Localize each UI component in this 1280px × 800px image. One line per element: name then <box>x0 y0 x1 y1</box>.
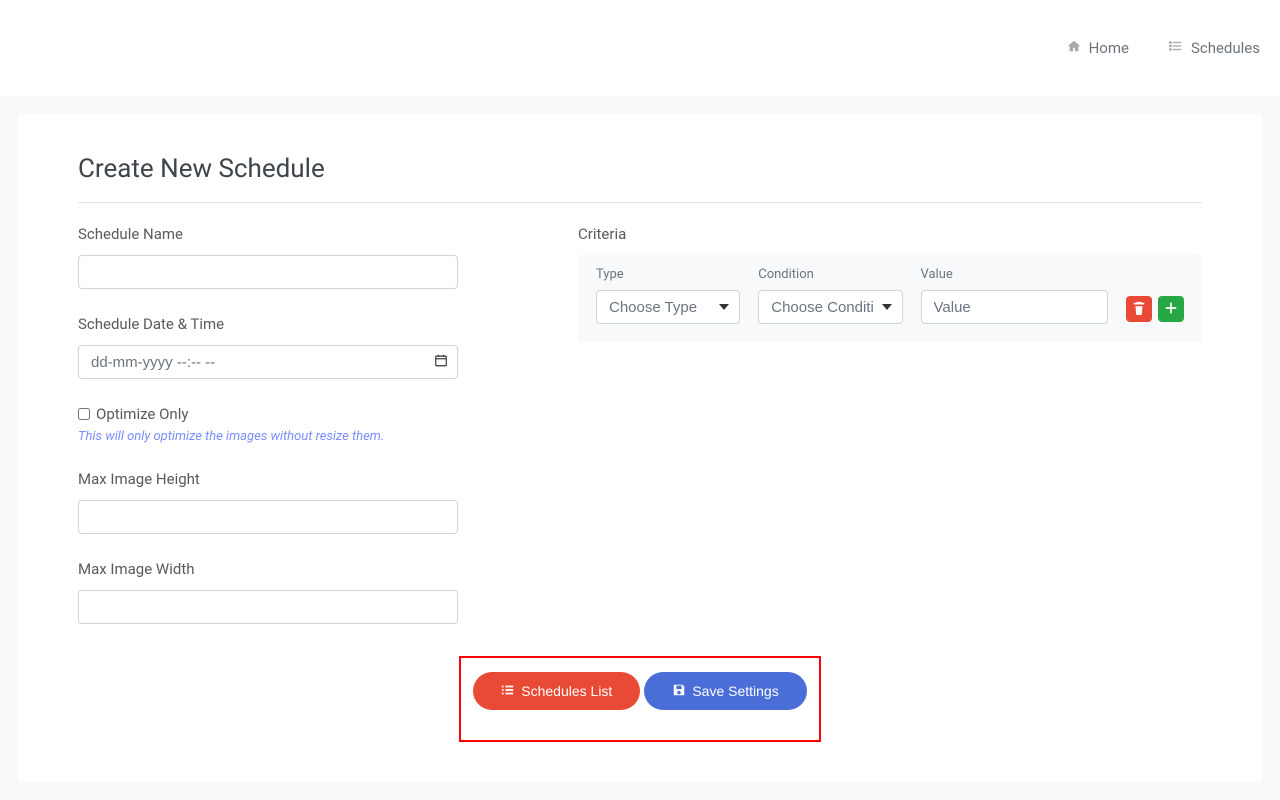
criteria-row: Type Choose Type Condition Choose Condit… <box>596 267 1184 324</box>
criteria-condition-select[interactable]: Choose Condition <box>758 290 902 324</box>
save-icon <box>672 683 686 700</box>
right-column: Criteria Type Choose Type Condition <box>578 225 1202 650</box>
list-icon <box>501 683 515 700</box>
nav-home[interactable]: Home <box>1067 39 1129 57</box>
criteria-value-label: Value <box>921 267 1109 282</box>
criteria-condition-label: Condition <box>758 267 902 282</box>
optimize-only-row: Optimize Only <box>78 405 458 423</box>
save-settings-label: Save Settings <box>692 683 778 699</box>
criteria-condition-col: Condition Choose Condition <box>758 267 902 324</box>
optimize-only-help: This will only optimize the images witho… <box>78 429 458 444</box>
schedule-datetime-label: Schedule Date & Time <box>78 315 458 333</box>
schedule-name-group: Schedule Name <box>78 225 458 289</box>
criteria-section-label: Criteria <box>578 225 1202 243</box>
criteria-add-button[interactable] <box>1158 296 1184 322</box>
max-height-input[interactable] <box>78 500 458 534</box>
button-row: Schedules List Save Settings <box>473 672 806 710</box>
schedule-datetime-group: Schedule Date & Time <box>78 315 458 379</box>
save-settings-button[interactable]: Save Settings <box>644 672 806 710</box>
top-header: Home Schedules <box>0 0 1280 96</box>
optimize-only-group: Optimize Only This will only optimize th… <box>78 405 458 444</box>
nav-home-label: Home <box>1089 39 1129 57</box>
max-width-label: Max Image Width <box>78 560 458 578</box>
max-width-input[interactable] <box>78 590 458 624</box>
schedules-list-button[interactable]: Schedules List <box>473 672 640 710</box>
schedule-name-input[interactable] <box>78 255 458 289</box>
form-row: Schedule Name Schedule Date & Time <box>78 225 1202 650</box>
optimize-only-checkbox[interactable] <box>78 408 90 420</box>
top-nav: Home Schedules <box>1067 39 1260 57</box>
max-width-group: Max Image Width <box>78 560 458 624</box>
criteria-actions <box>1126 296 1184 324</box>
max-height-label: Max Image Height <box>78 470 458 488</box>
button-highlight-box: Schedules List Save Settings <box>459 656 820 742</box>
calendar-icon[interactable] <box>434 353 448 372</box>
list-icon <box>1169 39 1183 57</box>
criteria-value-col: Value <box>921 267 1109 324</box>
max-height-group: Max Image Height <box>78 470 458 534</box>
plus-icon <box>1164 301 1178 318</box>
optimize-only-label: Optimize Only <box>96 405 188 423</box>
page-title: Create New Schedule <box>78 154 1202 184</box>
criteria-box: Type Choose Type Condition Choose Condit… <box>578 255 1202 342</box>
nav-schedules[interactable]: Schedules <box>1169 39 1260 57</box>
page-background: Create New Schedule Schedule Name Schedu… <box>0 96 1280 800</box>
divider <box>78 202 1202 203</box>
schedules-list-label: Schedules List <box>521 683 612 699</box>
main-card: Create New Schedule Schedule Name Schedu… <box>18 114 1262 782</box>
left-column: Schedule Name Schedule Date & Time <box>78 225 458 650</box>
criteria-type-select[interactable]: Choose Type <box>596 290 740 324</box>
criteria-delete-button[interactable] <box>1126 296 1152 322</box>
criteria-value-input[interactable] <box>921 290 1109 324</box>
nav-schedules-label: Schedules <box>1191 39 1260 57</box>
schedule-datetime-input[interactable] <box>78 345 458 379</box>
trash-icon <box>1132 301 1146 318</box>
schedule-name-label: Schedule Name <box>78 225 458 243</box>
criteria-type-label: Type <box>596 267 740 282</box>
home-icon <box>1067 39 1081 57</box>
criteria-type-col: Type Choose Type <box>596 267 740 324</box>
